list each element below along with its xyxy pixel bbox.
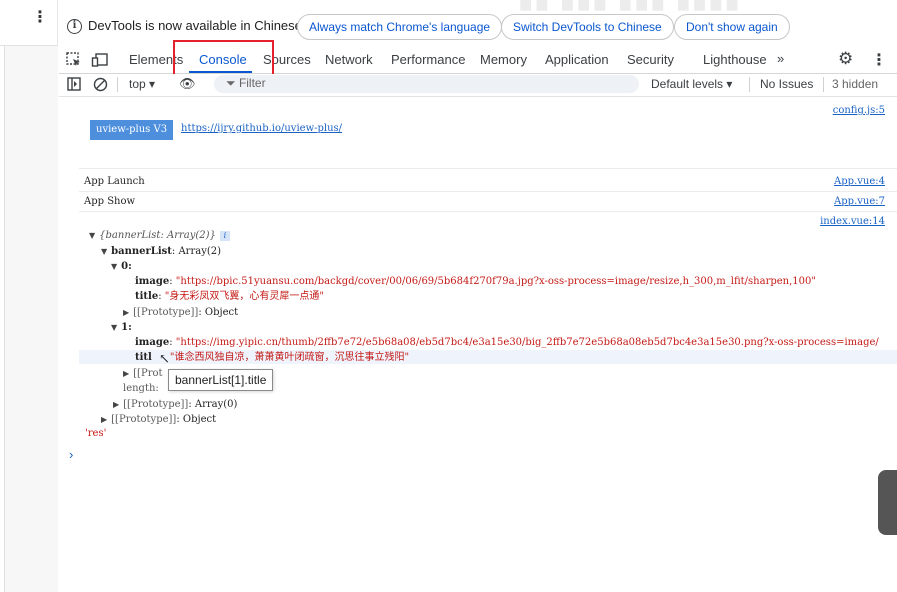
uview-plus-badge: uview-plus V3 [90,120,174,140]
source-link[interactable]: index.vue:14 [820,216,885,227]
toolbar-divider [117,77,118,92]
page-menu-icon[interactable]: ⋮ [32,10,48,26]
tab-elements[interactable]: Elements [129,52,183,67]
expand-triangle-icon[interactable]: ▶ [123,308,129,317]
expand-triangle-icon[interactable]: ▶ [101,415,107,424]
issues-counter[interactable]: No Issues [760,77,813,91]
language-infobar: ■■ ■■■ ■■■ ■■■■ i DevTools is now availa… [59,0,897,46]
always-match-language-button[interactable]: Always match Chrome's language [297,14,503,40]
message-divider [79,168,897,169]
customize-menu-icon[interactable]: ⋮ [871,50,887,70]
tree-row-prototype[interactable]: ▶ [[Prot [123,368,163,380]
rail-topbar [0,0,58,46]
property-path-tooltip: bannerList[1].title [168,369,274,391]
tree-row-index-0[interactable]: ▼ 0: [111,261,132,273]
tab-network[interactable]: Network [325,52,373,67]
uview-plus-link[interactable]: https://ijry.github.io/uview-plus/ [181,123,342,134]
info-icon[interactable]: i [219,231,230,241]
toolbar-divider [823,77,824,92]
expand-triangle-icon[interactable]: ▶ [113,400,119,409]
message-divider [79,191,897,192]
tree-row-bannerlist[interactable]: ▼ bannerList: Array(2) [101,246,221,258]
tree-row-object-prototype[interactable]: ▶ [[Prototype]]: Object [101,414,216,426]
tree-row-length[interactable]: length: [123,383,159,395]
filter-input[interactable]: ⏷ Filter [214,75,639,93]
source-link[interactable]: App.vue:7 [834,196,885,207]
panel-tabs-bar: Elements Console Sources Network Perform… [59,46,897,74]
tab-lighthouse[interactable]: Lighthouse [703,52,767,67]
tab-console[interactable]: Console [199,52,247,67]
infobar-message: DevTools is now available in Chinese! [88,18,306,33]
more-tabs-icon[interactable]: » [777,51,784,66]
source-link[interactable]: config.js:5 [833,105,885,116]
left-page-rail: ⋮ [0,0,58,592]
console-prompt[interactable]: › [69,447,73,462]
tab-application[interactable]: Application [545,52,609,67]
mouse-cursor-icon: ↖ [159,352,170,367]
background-watermark: ■■ ■■■ ■■■ ■■■■ [519,0,897,12]
tree-row-image[interactable]: image: "https://bpic.51yuansu.com/backgd… [135,276,816,288]
tree-row-index-1[interactable]: ▼ 1: [111,322,132,334]
drawer-handle[interactable] [878,470,897,535]
inspect-element-icon[interactable] [65,51,83,69]
expand-triangle-icon[interactable]: ▼ [89,231,95,240]
expand-triangle-icon[interactable]: ▶ [123,369,129,378]
gear-icon[interactable]: ⚙ [838,49,853,69]
console-toolbar: top ▾ 👁 ⏷ Filter Default levels ▾ No Iss… [59,74,897,97]
expand-triangle-icon[interactable]: ▼ [101,247,107,256]
tree-row-prototype[interactable]: ▶ [[Prototype]]: Object [123,307,238,319]
filter-placeholder: ⏷ Filter [226,76,266,90]
sidebar-toggle-icon[interactable] [67,77,81,91]
log-string-res: 'res' [85,428,107,439]
tree-row-title[interactable]: title: "身无彩凤双飞翼，心有灵犀一点通" [135,291,324,303]
tab-security[interactable]: Security [627,52,674,67]
rail-inner-panel [4,46,58,592]
live-expression-eye-icon[interactable]: 👁 [179,76,196,92]
active-tab-indicator [189,71,252,73]
tab-performance[interactable]: Performance [391,52,465,67]
js-context-select[interactable]: top ▾ [129,77,155,91]
tab-sources[interactable]: Sources [263,52,311,67]
log-levels-dropdown[interactable]: Default levels ▾ [651,77,732,91]
clear-console-icon[interactable] [93,77,108,92]
devtools-panel: ■■ ■■■ ■■■ ■■■■ i DevTools is now availa… [59,0,897,592]
device-toolbar-icon[interactable] [91,51,109,69]
tree-row-image[interactable]: image: "https://img.yipic.cn/thumb/2ffb7… [135,337,879,349]
toolbar-divider [749,77,750,92]
source-link[interactable]: App.vue:4 [834,176,885,187]
log-message: App Show [84,196,136,207]
console-output: config.js:5 uview-plus V3 https://ijry.g… [59,98,897,592]
dont-show-again-button[interactable]: Don't show again [674,14,790,40]
filter-icon: ⏷ [226,76,239,90]
object-summary-row[interactable]: ▼ {bannerList: Array(2)} i [89,230,230,242]
message-divider [79,211,897,212]
info-icon: i [67,19,82,34]
hidden-messages-count[interactable]: 3 hidden [832,77,878,91]
tree-row-array-prototype[interactable]: ▶ [[Prototype]]: Array(0) [113,399,237,411]
switch-to-chinese-button[interactable]: Switch DevTools to Chinese [501,14,674,40]
tree-row-title-hovered[interactable]: titl "谁念西风独自凉，萧萧黄叶闭疏窗，沉思往事立残阳" [135,352,409,364]
expand-triangle-icon[interactable]: ▼ [111,262,117,271]
expand-triangle-icon[interactable]: ▼ [111,323,117,332]
tab-memory[interactable]: Memory [480,52,527,67]
log-message: App Launch [84,176,145,187]
